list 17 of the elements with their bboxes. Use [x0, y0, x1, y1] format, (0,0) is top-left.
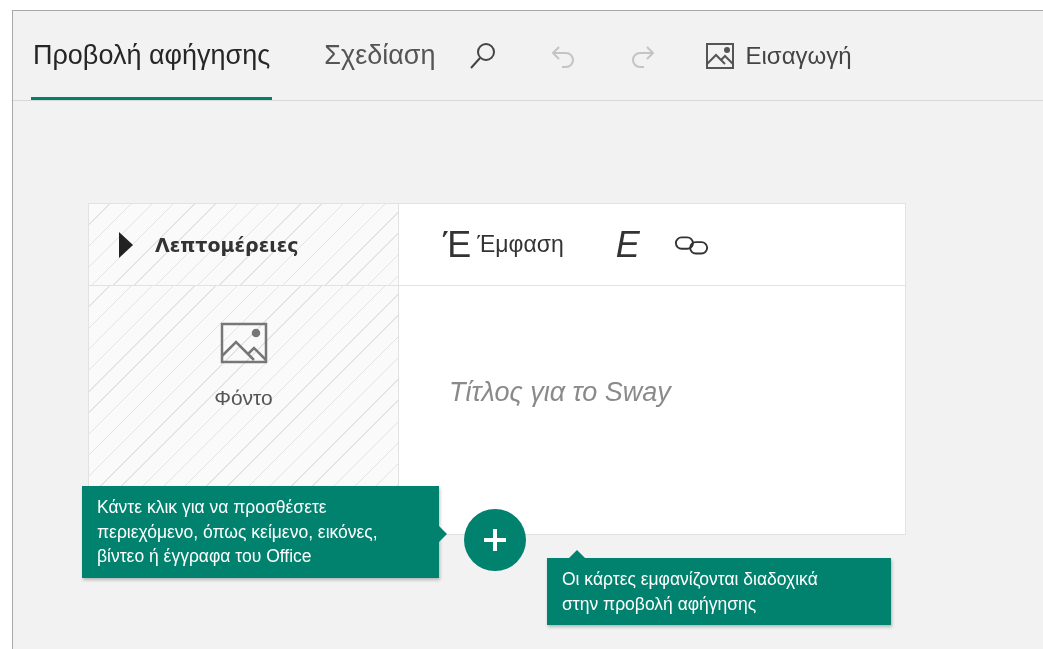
title-field[interactable]: Τίτλος για το Sway — [449, 372, 849, 412]
details-label: Λεπτομέρειες — [155, 233, 299, 256]
tooltip-pointer — [569, 550, 585, 558]
emphasis-button[interactable]: Έ Έμφαση — [443, 223, 564, 266]
insert-button[interactable]: Εισαγωγή — [705, 41, 852, 70]
emphasis-glyph: Έ — [443, 223, 472, 266]
tab[interactable]: Προβολή αφήγησης — [31, 11, 273, 100]
plus-icon — [483, 528, 507, 552]
image-icon — [705, 41, 736, 70]
details-button[interactable]: Λεπτομέρειες — [89, 204, 399, 286]
italic-button[interactable]: E — [615, 223, 640, 266]
tooltip-pointer — [439, 526, 447, 542]
tab[interactable]: Σχεδίαση — [322, 11, 438, 100]
image-icon — [219, 322, 268, 364]
triangle-icon — [119, 231, 133, 258]
emphasis-label: Έμφαση — [477, 231, 564, 258]
background-label: Φόντο — [214, 386, 273, 410]
